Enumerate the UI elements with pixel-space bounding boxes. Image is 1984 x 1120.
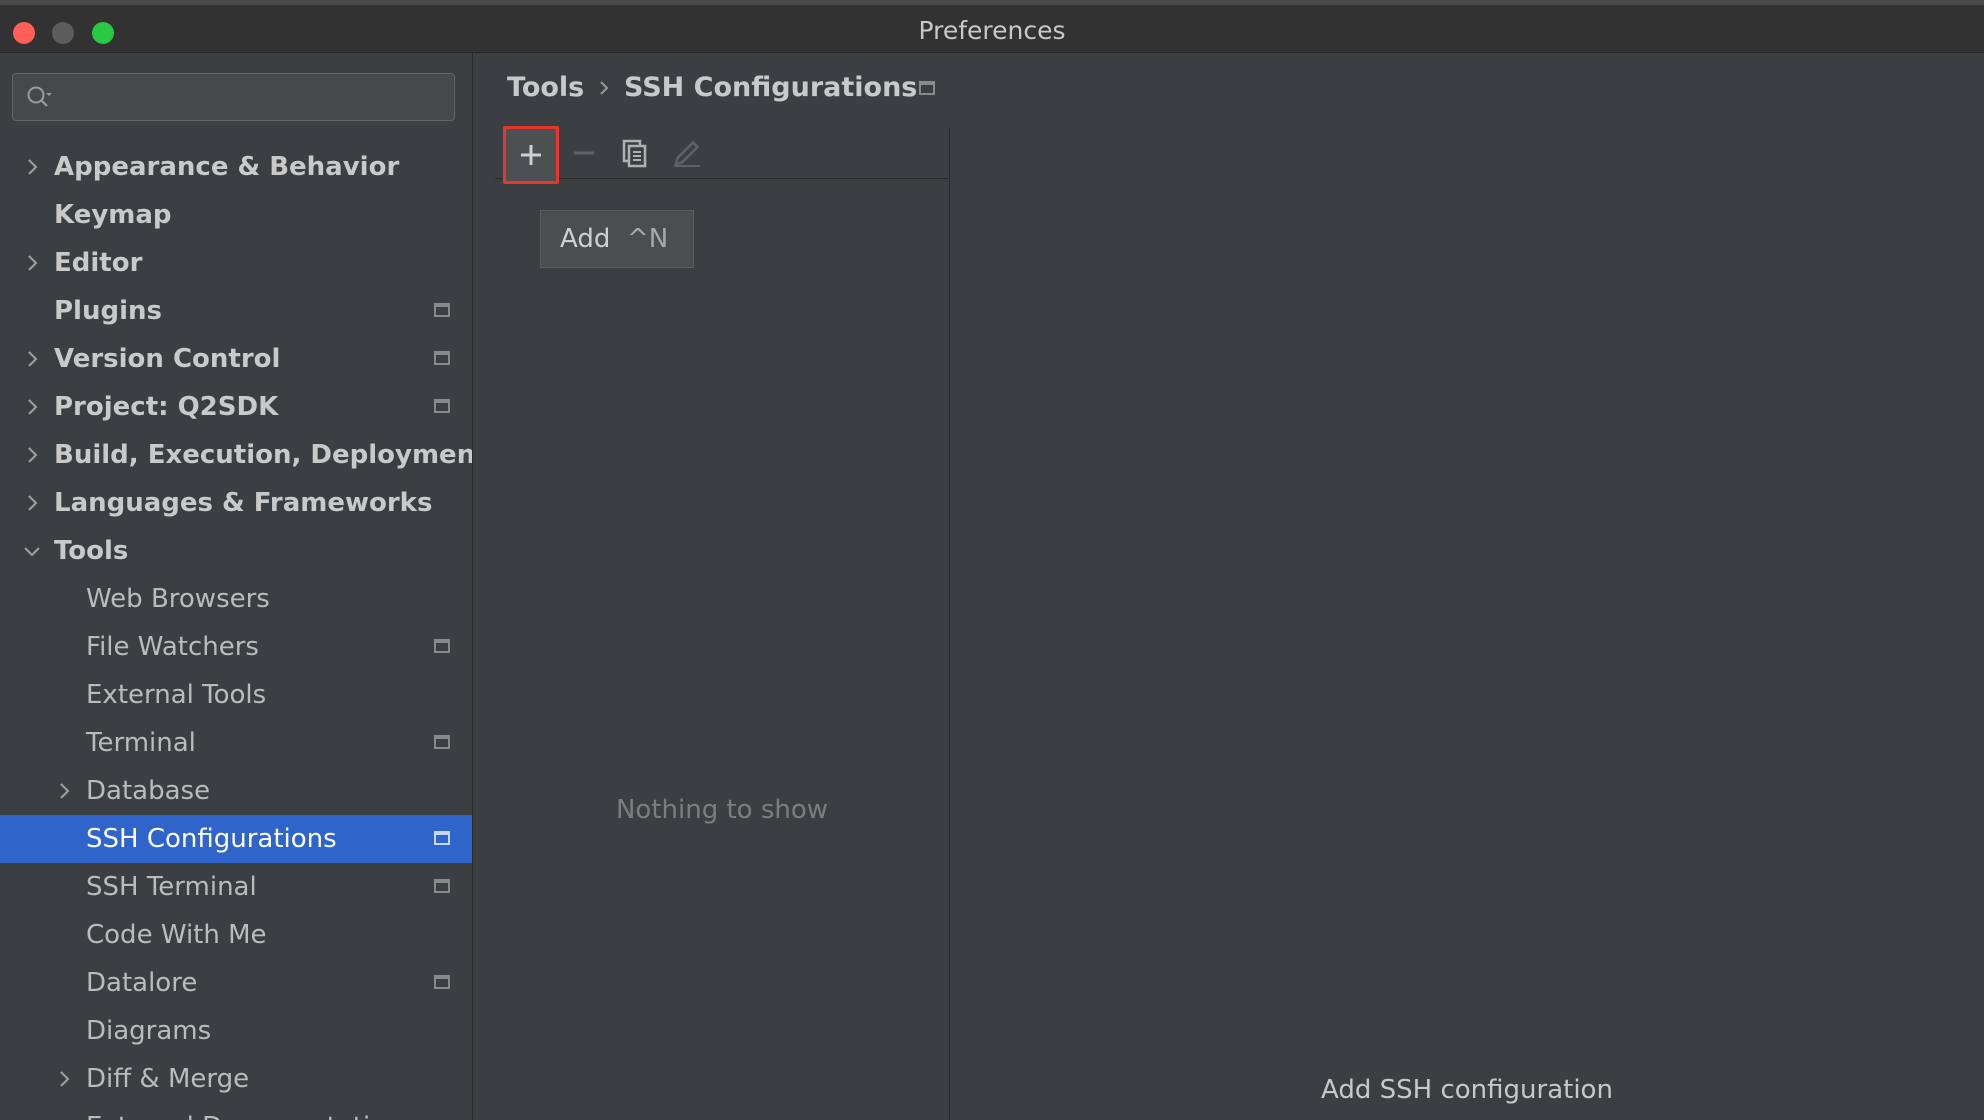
sidebar-item[interactable]: Datalore — [0, 959, 472, 1007]
copy-button[interactable] — [612, 128, 660, 176]
sidebar-item-label: Terminal — [86, 728, 196, 758]
sidebar-item-label: File Watchers — [86, 632, 259, 662]
sidebar-item[interactable]: File Watchers — [0, 623, 472, 671]
project-level-icon — [434, 879, 450, 893]
sidebar-item-label: Version Control — [54, 344, 281, 374]
sidebar-item-label: SSH Terminal — [86, 872, 257, 902]
sidebar-item-label: Languages & Frameworks — [54, 488, 433, 518]
plus-icon — [521, 145, 541, 165]
project-level-icon — [434, 303, 450, 317]
sidebar-item-label: Tools — [54, 536, 129, 566]
sidebar-item-label: Project: Q2SDK — [54, 392, 279, 422]
chevron-right-icon[interactable] — [53, 780, 75, 802]
sidebar-item[interactable]: Diagrams — [0, 1007, 472, 1055]
sidebar-item[interactable]: Project: Q2SDK — [0, 383, 472, 431]
add-button[interactable] — [503, 126, 559, 184]
sidebar-item[interactable]: Plugins — [0, 287, 472, 335]
remove-button[interactable] — [560, 128, 608, 176]
ssh-config-list — [495, 128, 950, 1120]
chevron-right-icon[interactable] — [21, 348, 43, 370]
sidebar-item-label: Appearance & Behavior — [54, 152, 400, 182]
minus-icon — [574, 151, 594, 155]
tooltip-label: Add — [560, 224, 611, 254]
toolbar-divider — [495, 178, 949, 179]
sidebar-item[interactable]: External Tools — [0, 671, 472, 719]
sidebar-item[interactable]: Languages & Frameworks — [0, 479, 472, 527]
sidebar-item[interactable]: Version Control — [0, 335, 472, 383]
chevron-right-icon[interactable] — [21, 444, 43, 466]
search-icon — [27, 86, 52, 107]
title-bar-top-edge — [0, 0, 1984, 5]
sidebar-item[interactable]: Code With Me — [0, 911, 472, 959]
breadcrumb-parent[interactable]: Tools — [507, 70, 584, 106]
sidebar-item[interactable]: Terminal — [0, 719, 472, 767]
sidebar-item[interactable]: External Documentation — [0, 1103, 472, 1120]
settings-tree: Appearance & Behavior Keymap Editor Plugins… — [0, 143, 472, 1120]
settings-search-input[interactable] — [12, 73, 455, 121]
sidebar-item-label: Editor — [54, 248, 143, 278]
chevron-right-icon[interactable] — [21, 156, 43, 178]
project-level-icon — [434, 831, 450, 845]
settings-sidebar: Appearance & Behavior Keymap Editor Plugins… — [0, 53, 473, 1120]
sidebar-item[interactable]: SSH Configurations — [0, 815, 472, 863]
sidebar-item-label: External Documentation — [86, 1103, 403, 1120]
chevron-right-icon[interactable] — [21, 396, 43, 418]
sidebar-item-label: Database — [86, 776, 211, 806]
window-title: Preferences — [918, 16, 1066, 45]
empty-list-text: Nothing to show — [615, 795, 829, 825]
sidebar-item-label: SSH Configurations — [86, 824, 337, 854]
sidebar-item[interactable]: Database — [0, 767, 472, 815]
sidebar-item[interactable]: Editor — [0, 239, 472, 287]
sidebar-item-label: External Tools — [86, 680, 267, 710]
project-level-icon — [434, 351, 450, 365]
breadcrumb-separator-icon — [600, 81, 609, 95]
sidebar-item-label: Diff & Merge — [86, 1064, 250, 1094]
chevron-right-icon[interactable] — [53, 1068, 75, 1090]
title-bar: Preferences — [0, 0, 1984, 53]
sidebar-item[interactable]: Build, Execution, Deployment — [0, 431, 472, 479]
sidebar-item[interactable]: Web Browsers — [0, 575, 472, 623]
add-ssh-configuration-hint: Add SSH configuration — [1321, 1075, 1613, 1105]
breadcrumb-current: SSH Configurations — [624, 72, 918, 103]
sidebar-item[interactable]: SSH Terminal — [0, 863, 472, 911]
sidebar-item-label: Keymap — [54, 200, 172, 230]
project-level-icon — [434, 399, 450, 413]
chevron-right-icon[interactable] — [21, 492, 43, 514]
sidebar-item-label: Diagrams — [86, 1016, 212, 1046]
edit-button[interactable] — [664, 128, 712, 176]
copy-icon — [622, 139, 647, 168]
tooltip-shortcut: ^N — [627, 224, 669, 254]
sidebar-item[interactable]: Diff & Merge — [0, 1055, 472, 1103]
chevron-right-icon[interactable] — [21, 252, 43, 274]
sidebar-item-label: Code With Me — [86, 920, 267, 950]
add-tooltip: Add ^N — [540, 210, 694, 268]
project-level-icon — [434, 975, 450, 989]
sidebar-item[interactable]: Appearance & Behavior — [0, 143, 472, 191]
edit-icon — [674, 140, 700, 167]
sidebar-item-label: Web Browsers — [86, 584, 270, 614]
project-level-icon — [919, 81, 935, 95]
sidebar-item[interactable]: Tools — [0, 527, 472, 575]
chevron-down-icon[interactable] — [21, 540, 43, 562]
sidebar-item-label: Plugins — [54, 296, 162, 326]
project-level-icon — [434, 735, 450, 749]
project-level-icon — [434, 639, 450, 653]
sidebar-item-label: Build, Execution, Deployment — [54, 440, 473, 470]
sidebar-item[interactable]: Keymap — [0, 191, 472, 239]
sidebar-item-label: Datalore — [86, 968, 198, 998]
